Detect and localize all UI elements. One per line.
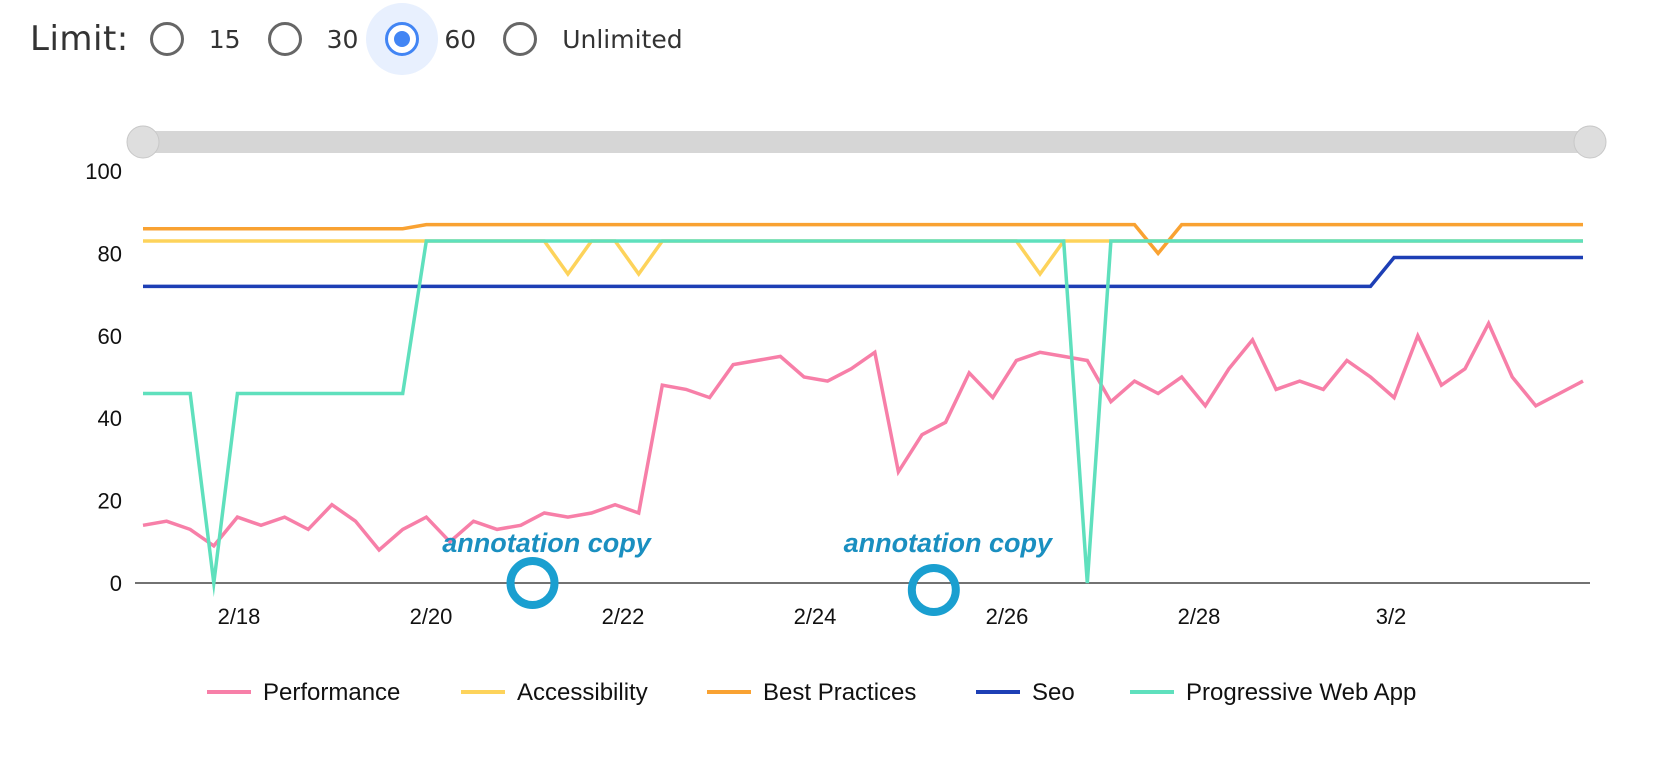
y-tick-label: 20 xyxy=(98,489,122,514)
range-slider-handle-right[interactable] xyxy=(1573,125,1607,159)
range-slider-track[interactable] xyxy=(143,131,1590,153)
x-tick-label: 2/24 xyxy=(794,604,837,629)
x-tick-label: 2/18 xyxy=(218,604,261,629)
legend-label: Best Practices xyxy=(763,679,916,706)
x-tick-label: 3/2 xyxy=(1376,604,1407,629)
x-tick-label: 2/20 xyxy=(410,604,453,629)
x-tick-label: 2/26 xyxy=(986,604,1029,629)
y-tick-label: 100 xyxy=(85,159,122,184)
annotation-label: annotation copy xyxy=(442,528,652,558)
range-slider-handle-left[interactable] xyxy=(126,125,160,159)
y-axis: 0 20 40 60 80 100 xyxy=(85,159,122,596)
series-line-accessibility xyxy=(143,239,1583,278)
series-line-performance xyxy=(142,319,1584,553)
legend-label: Accessibility xyxy=(517,679,648,706)
annotation-label: annotation copy xyxy=(844,528,1054,558)
legend-label: Performance xyxy=(263,679,400,706)
legend-label: Progressive Web App xyxy=(1186,679,1416,706)
series-line-seo xyxy=(143,255,1583,289)
lighthouse-score-chart: 0 20 40 60 80 100 2/18 2/20 2/22 2/24 2/26 2/28 3/2… xyxy=(85,125,1607,706)
x-tick-label: 2/28 xyxy=(1178,604,1221,629)
range-slider[interactable] xyxy=(126,125,1607,159)
series-line-best-practices xyxy=(143,222,1583,257)
y-tick-label: 60 xyxy=(98,324,122,349)
x-axis: 2/18 2/20 2/22 2/24 2/26 2/28 3/2 xyxy=(135,582,1590,629)
y-tick-label: 40 xyxy=(98,406,122,431)
x-tick-label: 2/22 xyxy=(602,604,645,629)
legend-label: Seo xyxy=(1032,679,1075,706)
annotations: annotation copy annotation copy xyxy=(442,528,1054,616)
y-tick-label: 0 xyxy=(110,571,122,596)
y-tick-label: 80 xyxy=(98,241,122,266)
annotation-marker[interactable] xyxy=(907,564,960,616)
legend: Performance Accessibility Best Practices Se… xyxy=(207,679,1416,706)
